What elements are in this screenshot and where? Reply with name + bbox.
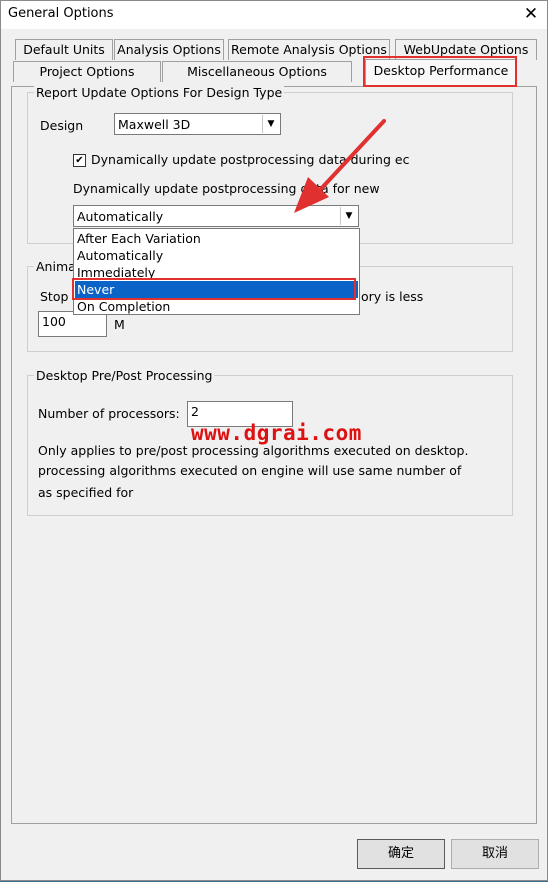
general-options-dialog: General Options ✕ Default Units Analysis…: [0, 0, 548, 881]
annotation-arrow-icon: [294, 119, 386, 213]
